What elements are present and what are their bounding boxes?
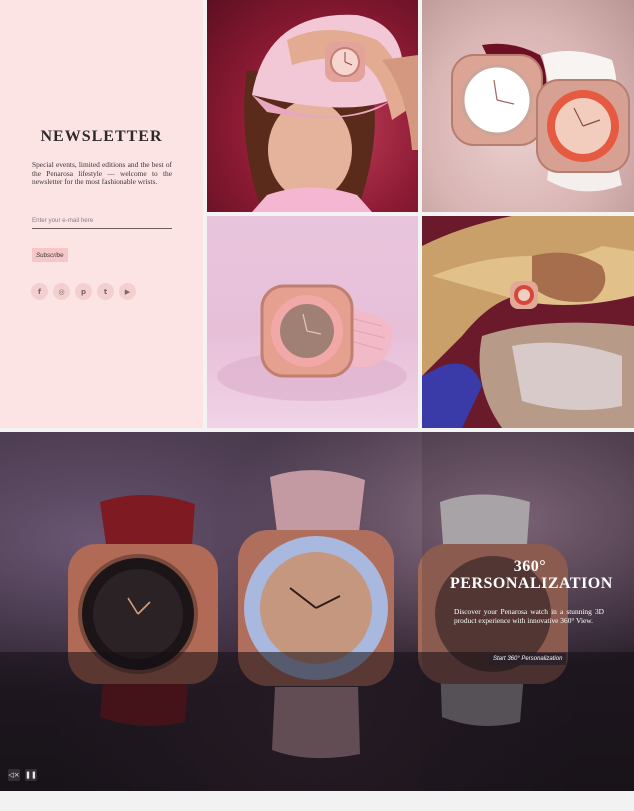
newsletter-title: NEWSLETTER bbox=[40, 128, 163, 145]
start-360-button[interactable]: Start 360° Personalization bbox=[489, 653, 567, 665]
pause-icon[interactable]: ❚❚ bbox=[25, 769, 37, 781]
facebook-icon[interactable]: f bbox=[31, 283, 48, 300]
personalization-title-line2: PERSONALIZATION bbox=[450, 575, 613, 592]
gold-jacket-photo bbox=[422, 216, 634, 428]
personalization-title-line1: 360° bbox=[513, 558, 547, 575]
twitter-icon[interactable]: t bbox=[97, 283, 114, 300]
social-links: f ◎ p t ▶ bbox=[31, 283, 136, 300]
hero-360-section: 360° PERSONALIZATION Discover your Penar… bbox=[0, 432, 634, 791]
subscribe-button[interactable]: Subscribe bbox=[32, 248, 68, 262]
personalization-title: 360° PERSONALIZATION bbox=[450, 558, 613, 592]
email-field[interactable] bbox=[32, 213, 172, 229]
footer-strip bbox=[0, 791, 634, 811]
instagram-icon[interactable]: ◎ bbox=[53, 283, 70, 300]
pinterest-icon[interactable]: p bbox=[75, 283, 92, 300]
newsletter-panel: NEWSLETTER Special events, limited editi… bbox=[0, 0, 203, 428]
mute-icon[interactable]: ◁× bbox=[8, 769, 20, 781]
pink-watch-photo bbox=[207, 216, 418, 428]
personalization-description: Discover your Penarosa watch in a stunni… bbox=[454, 607, 604, 625]
newsletter-description: Special events, limited editions and the… bbox=[32, 160, 172, 187]
hero-floor-shadow bbox=[0, 652, 634, 791]
two-watches-photo bbox=[422, 0, 634, 212]
youtube-icon[interactable]: ▶ bbox=[119, 283, 136, 300]
model-cap-photo bbox=[207, 0, 418, 212]
